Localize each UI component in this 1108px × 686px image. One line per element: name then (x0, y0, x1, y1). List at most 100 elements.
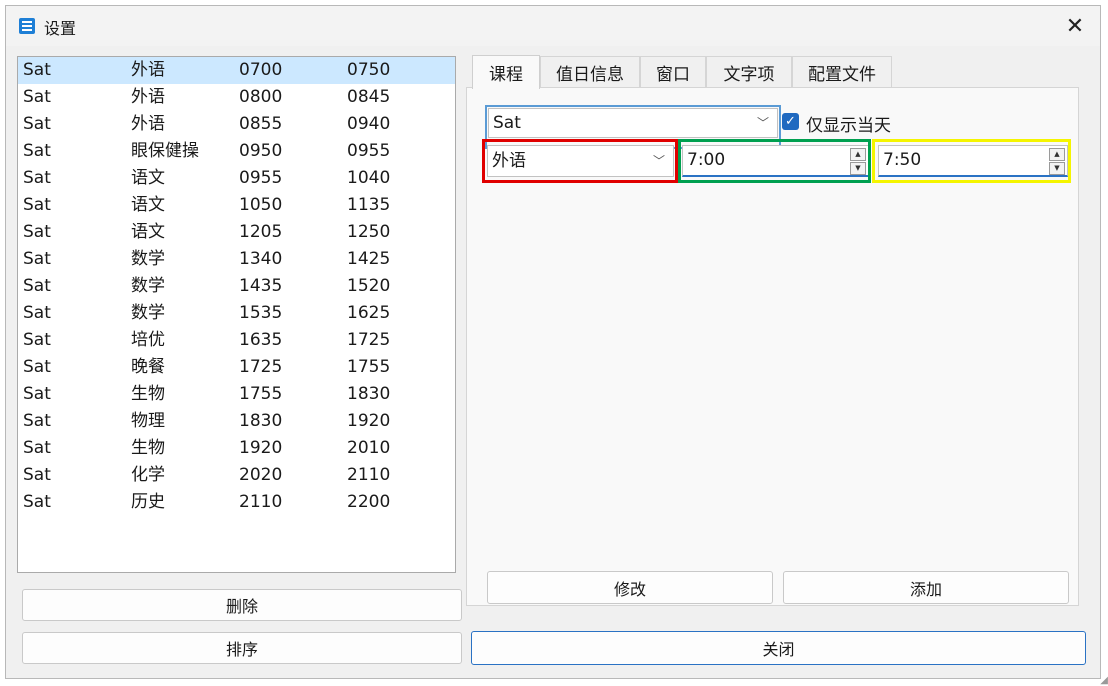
subject-combo[interactable]: 外语 ﹀ (487, 145, 674, 177)
list-item-subject: 数学 (131, 249, 165, 269)
list-item-start: 1755 (239, 384, 283, 404)
list-item[interactable]: Sat 语文 1050 1135 (18, 192, 455, 219)
close-icon[interactable]: ✕ (1058, 10, 1092, 42)
list-item-subject: 生物 (131, 384, 165, 404)
end-time-spinbox[interactable]: 7:50 ▲ ▼ (878, 145, 1068, 177)
list-item-day: Sat (23, 330, 51, 350)
list-item[interactable]: Sat 化学 2020 2110 (18, 462, 455, 489)
close-button[interactable]: 关闭 (471, 631, 1086, 665)
list-item[interactable]: Sat 数学 1435 1520 (18, 273, 455, 300)
list-item-start: 1050 (239, 195, 283, 215)
tab-window[interactable]: 窗口 (640, 56, 706, 88)
delete-button[interactable]: 删除 (22, 589, 462, 621)
end-time-value: 7:50 (883, 150, 922, 170)
list-item-end: 2200 (347, 492, 391, 512)
list-item[interactable]: Sat 语文 1205 1250 (18, 219, 455, 246)
list-item-day: Sat (23, 114, 51, 134)
list-item[interactable]: Sat 生物 1920 2010 (18, 435, 455, 462)
list-item[interactable]: Sat 历史 2110 2200 (18, 489, 455, 516)
spin-down-icon[interactable]: ▼ (1049, 162, 1065, 175)
list-item[interactable]: Sat 外语 0855 0940 (18, 111, 455, 138)
list-item[interactable]: Sat 外语 0700 0750 (18, 57, 455, 84)
list-item-subject: 物理 (131, 411, 165, 431)
list-item-day: Sat (23, 168, 51, 188)
list-item-day: Sat (23, 303, 51, 323)
list-item-subject: 眼保健操 (131, 141, 199, 161)
schedule-list[interactable]: Sat 外语 0700 0750 Sat 外语 0800 0845 Sat 外语 0855 0940 S… (17, 56, 456, 573)
list-item-subject: 语文 (131, 222, 165, 242)
chevron-down-icon: ﹀ (652, 154, 665, 168)
list-item-day: Sat (23, 357, 51, 377)
list-item-day: Sat (23, 60, 51, 80)
list-item[interactable]: Sat 培优 1635 1725 (18, 327, 455, 354)
list-item-end: 2110 (347, 465, 391, 485)
list-item-end: 1040 (347, 168, 391, 188)
title-bar[interactable]: 设置 ✕ (6, 6, 1100, 46)
list-item-start: 0800 (239, 87, 283, 107)
list-item-subject: 历史 (131, 492, 165, 512)
spin-up-icon[interactable]: ▲ (850, 148, 866, 161)
list-item-day: Sat (23, 222, 51, 242)
list-item-end: 1920 (347, 411, 391, 431)
list-item-end: 1755 (347, 357, 391, 377)
list-item-start: 0700 (239, 60, 283, 80)
only-today-checkbox[interactable]: ✓ (782, 113, 799, 130)
list-item-end: 1135 (347, 195, 391, 215)
list-item[interactable]: Sat 语文 0955 1040 (18, 165, 455, 192)
list-item-start: 1435 (239, 276, 283, 296)
list-item-end: 1725 (347, 330, 391, 350)
list-item-day: Sat (23, 87, 51, 107)
list-item-day: Sat (23, 249, 51, 269)
day-combo[interactable]: Sat ﹀ (488, 108, 778, 138)
spin-down-icon[interactable]: ▼ (850, 162, 866, 175)
list-item-subject: 化学 (131, 465, 165, 485)
list-item[interactable]: Sat 数学 1340 1425 (18, 246, 455, 273)
list-item[interactable]: Sat 眼保健操 0950 0955 (18, 138, 455, 165)
list-item[interactable]: Sat 晚餐 1725 1755 (18, 354, 455, 381)
list-item-start: 1725 (239, 357, 283, 377)
list-item[interactable]: Sat 生物 1755 1830 (18, 381, 455, 408)
list-item-subject: 数学 (131, 303, 165, 323)
modify-button[interactable]: 修改 (487, 571, 773, 604)
list-item-day: Sat (23, 438, 51, 458)
list-item-subject: 语文 (131, 168, 165, 188)
window-title: 设置 (44, 19, 77, 38)
list-item-start: 2020 (239, 465, 283, 485)
day-combo-value: Sat (493, 113, 521, 133)
chevron-down-icon: ﹀ (756, 116, 769, 130)
list-item-subject: 语文 (131, 195, 165, 215)
list-item-start: 1920 (239, 438, 283, 458)
list-item-day: Sat (23, 411, 51, 431)
tab-duty-info[interactable]: 值日信息 (540, 56, 640, 88)
list-item-subject: 外语 (131, 60, 165, 80)
tab-config-file[interactable]: 配置文件 (792, 56, 892, 88)
tab-course[interactable]: 课程 (472, 55, 540, 89)
list-item-start: 0950 (239, 141, 283, 161)
list-item-subject: 培优 (131, 330, 165, 350)
list-item[interactable]: Sat 外语 0800 0845 (18, 84, 455, 111)
list-item-day: Sat (23, 492, 51, 512)
add-button[interactable]: 添加 (783, 571, 1069, 604)
list-item-start: 2110 (239, 492, 283, 512)
list-item-end: 2010 (347, 438, 391, 458)
list-item-start: 1535 (239, 303, 283, 323)
list-item-end: 1425 (347, 249, 391, 269)
list-item-day: Sat (23, 276, 51, 296)
resize-grip-icon[interactable]: ◢ (1100, 675, 1108, 686)
list-item[interactable]: Sat 物理 1830 1920 (18, 408, 455, 435)
spin-up-icon[interactable]: ▲ (1049, 148, 1065, 161)
list-item-start: 0955 (239, 168, 283, 188)
list-item-end: 1830 (347, 384, 391, 404)
list-item[interactable]: Sat 数学 1535 1625 (18, 300, 455, 327)
list-item-start: 1340 (239, 249, 283, 269)
list-item-end: 1625 (347, 303, 391, 323)
sort-button[interactable]: 排序 (22, 632, 462, 664)
list-item-start: 1830 (239, 411, 283, 431)
list-item-end: 0845 (347, 87, 391, 107)
list-item-subject: 外语 (131, 114, 165, 134)
list-item-day: Sat (23, 384, 51, 404)
list-item-day: Sat (23, 141, 51, 161)
tab-text-items[interactable]: 文字项 (706, 56, 792, 88)
list-item-end: 0955 (347, 141, 391, 161)
start-time-spinbox[interactable]: 7:00 ▲ ▼ (682, 145, 869, 177)
